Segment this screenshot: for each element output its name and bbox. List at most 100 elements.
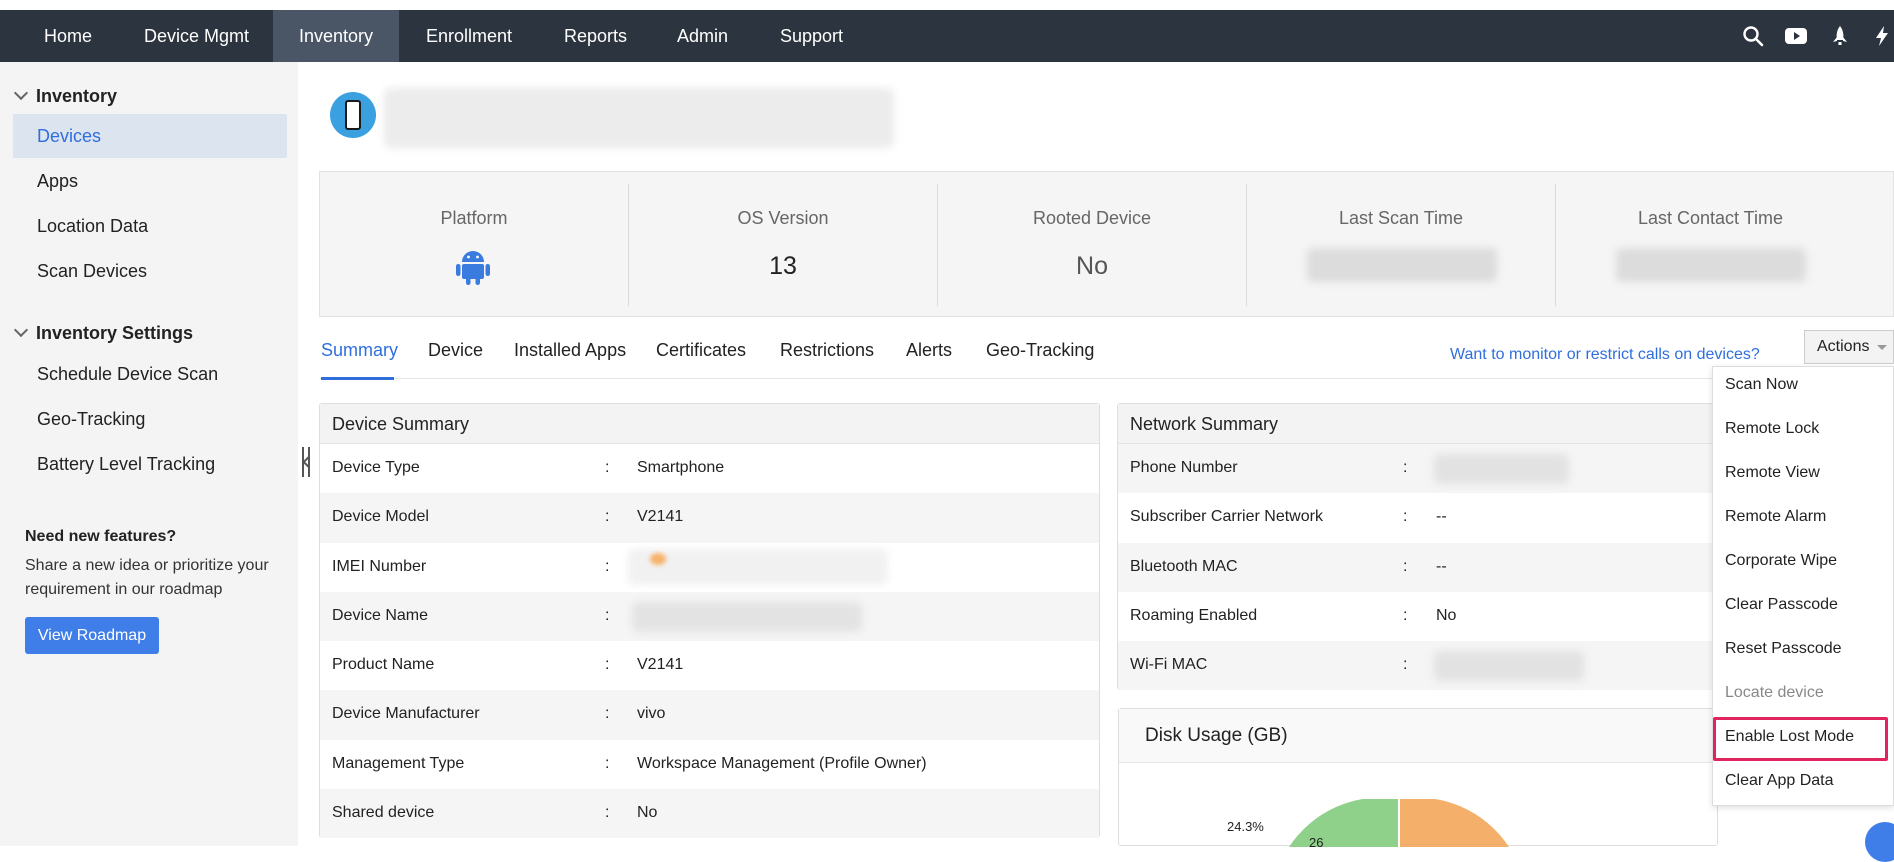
row-separator: : [1403, 557, 1408, 575]
sidebar-item-apps[interactable]: Apps [13, 159, 287, 203]
tab-summary[interactable]: Summary [321, 340, 398, 380]
row-separator: : [1403, 606, 1408, 624]
menu-item-remote-lock[interactable]: Remote Lock [1725, 420, 1819, 438]
nav-home[interactable]: Home [24, 10, 112, 62]
sidebar-collapse-handle[interactable] [302, 447, 310, 477]
row-separator: : [605, 557, 610, 575]
tab-alerts[interactable]: Alerts [906, 340, 952, 380]
device-name-value-redacted [632, 601, 862, 632]
row-key: Bluetooth MAC [1130, 557, 1238, 575]
flash-icon[interactable] [1870, 24, 1894, 48]
view-roadmap-button[interactable]: View Roadmap [25, 617, 159, 654]
row-value: No [1436, 606, 1457, 624]
row-value: V2141 [637, 656, 684, 674]
imei-redacted-mark [650, 552, 666, 565]
table-row: IMEI Number: [320, 543, 1099, 592]
table-row: Shared device: No [320, 789, 1099, 839]
table-row: Device Name: [320, 591, 1099, 642]
table-row: Bluetooth MAC: -- [1118, 542, 1716, 592]
stat-os-version: OS Version 13 [629, 184, 938, 306]
table-row: Device Type: Smartphone [320, 444, 1099, 493]
sidebar-item-devices[interactable]: Devices [13, 114, 287, 158]
table-row: Device Manufacturer: vivo [320, 690, 1099, 740]
table-row: Phone Number: [1118, 444, 1716, 494]
table-row: Product Name: V2141 [320, 641, 1099, 690]
nav-enrollment[interactable]: Enrollment [406, 10, 532, 62]
smartphone-icon [345, 100, 361, 130]
row-key: Wi-Fi MAC [1130, 656, 1208, 674]
device-summary-card: Device Summary Device Type: Smartphone De… [319, 403, 1100, 839]
table-row: Wi-Fi MAC: [1118, 641, 1716, 691]
row-value: Smartphone [637, 459, 725, 476]
menu-item-remote-alarm[interactable]: Remote Alarm [1725, 508, 1826, 526]
disk-usage-pie [1289, 799, 1509, 847]
stat-rooted-device: Rooted Device No [938, 184, 1247, 306]
menu-item-locate-device[interactable]: Locate device [1725, 684, 1824, 702]
rocket-icon[interactable] [1828, 24, 1852, 48]
pie-slice-used [1289, 799, 1399, 847]
youtube-icon[interactable] [1784, 24, 1808, 48]
monitor-calls-link[interactable]: Want to monitor or restrict calls on dev… [1450, 346, 1760, 364]
menu-item-remote-view[interactable]: Remote View [1725, 464, 1820, 482]
row-separator: : [605, 508, 610, 526]
enable-lost-mode-highlight [1713, 717, 1888, 761]
sidebar-section-inventory[interactable]: Inventory [13, 85, 117, 107]
menu-item-scan-now[interactable]: Scan Now [1725, 376, 1798, 394]
android-icon [456, 251, 490, 285]
stat-scan-label: Last Scan Time [1338, 208, 1464, 228]
menu-item-clear-app-data[interactable]: Clear App Data [1725, 772, 1834, 790]
tab-geo-tracking[interactable]: Geo-Tracking [986, 340, 1094, 380]
row-value: No [637, 804, 658, 822]
disk-usage-title: Disk Usage (GB) [1119, 709, 1717, 763]
sidebar: Inventory Devices Apps Location Data Sca… [0, 62, 298, 846]
network-summary-title: Network Summary [1118, 404, 1716, 444]
row-separator: : [605, 804, 610, 822]
sidebar-item-scan-devices[interactable]: Scan Devices [13, 249, 287, 293]
pie-slice-free [1399, 799, 1509, 847]
device-summary-title: Device Summary [320, 404, 1099, 444]
row-key: Subscriber Carrier Network [1130, 508, 1323, 526]
row-separator: : [605, 459, 610, 476]
tab-installed-apps[interactable]: Installed Apps [514, 340, 626, 380]
menu-item-corporate-wipe[interactable]: Corporate Wipe [1725, 552, 1837, 570]
row-separator: : [605, 705, 610, 723]
tab-certificates[interactable]: Certificates [656, 340, 746, 380]
nav-admin[interactable]: Admin [657, 10, 748, 62]
actions-dropdown-button[interactable]: Actions [1804, 330, 1894, 364]
row-key: Device Name [332, 606, 429, 624]
nav-reports[interactable]: Reports [544, 10, 647, 62]
device-stats-panel: Platform OS Version 13 Rooted Device No … [319, 171, 1894, 317]
device-avatar [330, 92, 376, 138]
nav-inventory[interactable]: Inventory [273, 10, 399, 62]
wifi-mac-redacted [1434, 651, 1584, 682]
stat-os-value: 13 [769, 252, 797, 280]
sidebar-item-schedule-device-scan[interactable]: Schedule Device Scan [13, 352, 287, 396]
pie-percent-label: 24.3% [1227, 819, 1264, 834]
device-summary-rows: Device Type: Smartphone Device Model: V214… [320, 444, 1099, 839]
tab-restrictions[interactable]: Restrictions [780, 340, 874, 380]
chat-icon[interactable] [1865, 822, 1894, 862]
row-key: Shared device [332, 804, 435, 822]
promo-text: Share a new idea or prioritize your requ… [25, 557, 269, 598]
tab-device[interactable]: Device [428, 340, 483, 380]
sidebar-section-inventory-settings[interactable]: Inventory Settings [13, 322, 193, 344]
stat-rooted-label: Rooted Device [1032, 208, 1152, 228]
sidebar-item-battery-level-tracking[interactable]: Battery Level Tracking [13, 442, 287, 486]
nav-support[interactable]: Support [760, 10, 863, 62]
row-value: vivo [637, 705, 666, 723]
row-value: -- [1436, 557, 1447, 575]
chevron-down-icon [13, 322, 29, 338]
menu-item-clear-passcode[interactable]: Clear Passcode [1725, 596, 1838, 614]
stat-rooted-value: No [1076, 252, 1108, 280]
sidebar-item-geo-tracking[interactable]: Geo-Tracking [13, 397, 287, 441]
imei-redacted [628, 548, 888, 585]
menu-item-reset-passcode[interactable]: Reset Passcode [1725, 640, 1842, 658]
disk-usage-card: Disk Usage (GB) 24.3% 26 [1118, 708, 1718, 850]
sidebar-item-location-data[interactable]: Location Data [13, 204, 287, 248]
stat-os-label: OS Version [737, 208, 829, 228]
scan-time-redacted [1307, 248, 1497, 282]
table-row: Device Model: V2141 [320, 493, 1099, 543]
nav-device-mgmt[interactable]: Device Mgmt [124, 10, 269, 62]
search-icon[interactable] [1741, 24, 1765, 48]
chevron-down-icon [13, 85, 29, 101]
